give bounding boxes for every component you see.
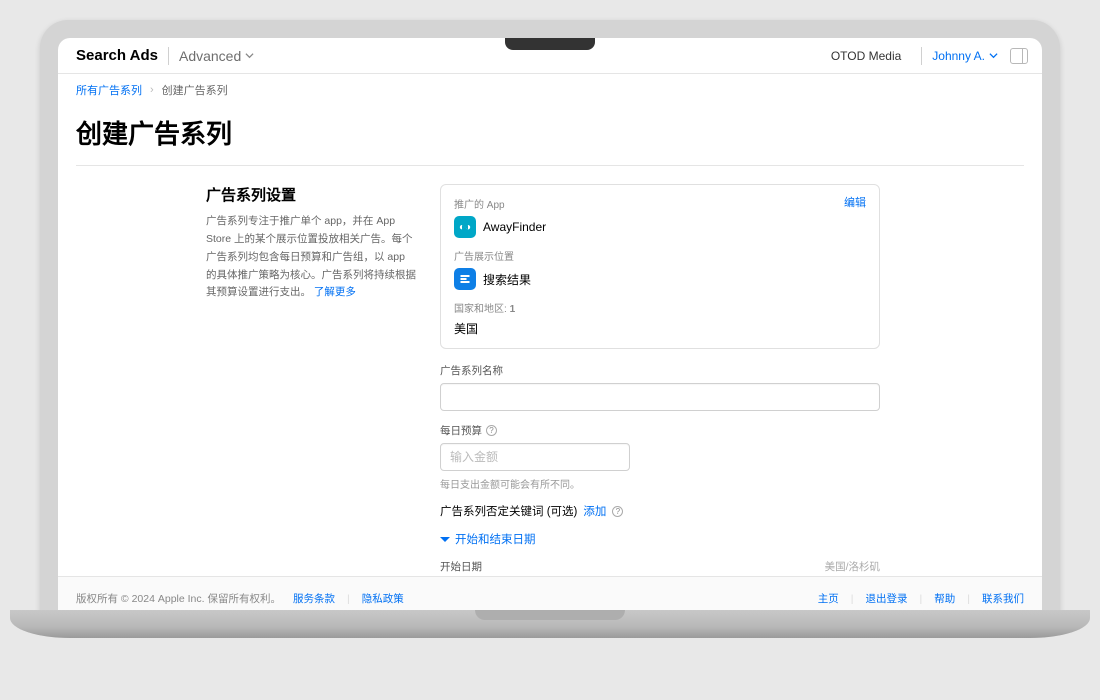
org-name: OTOD Media bbox=[831, 49, 901, 63]
divider bbox=[921, 47, 922, 65]
placement-icon bbox=[454, 268, 476, 290]
campaign-name-label: 广告系列名称 bbox=[440, 363, 880, 378]
start-date-label: 开始日期 bbox=[440, 559, 482, 574]
footer-privacy-link[interactable]: 隐私政策 bbox=[362, 591, 404, 606]
breadcrumb-separator-icon: › bbox=[150, 84, 154, 96]
daily-budget-label: 每日预算 bbox=[440, 423, 482, 438]
chevron-down-icon bbox=[989, 51, 998, 60]
daily-budget-input[interactable] bbox=[440, 443, 630, 471]
mode-selector[interactable]: Advanced bbox=[179, 48, 254, 64]
content-area: 创建广告系列 广告系列设置 广告系列专注于推广单个 app，并在 App Sto… bbox=[58, 106, 1042, 576]
card-app-label: 推广的 App bbox=[454, 196, 866, 211]
laptop-base bbox=[10, 610, 1090, 638]
breadcrumb-root-link[interactable]: 所有广告系列 bbox=[76, 82, 142, 98]
panel-toggle-icon[interactable] bbox=[1010, 48, 1028, 64]
negative-keywords-label: 广告系列否定关键词 (可选) bbox=[440, 503, 577, 519]
footer-help-link[interactable]: 帮助 bbox=[934, 591, 955, 606]
card-placement-label: 广告展示位置 bbox=[454, 248, 866, 263]
footer-home-link[interactable]: 主页 bbox=[818, 591, 839, 606]
add-negative-keywords-link[interactable]: 添加 bbox=[583, 503, 606, 519]
help-icon[interactable]: ? bbox=[486, 425, 497, 436]
divider bbox=[168, 47, 169, 65]
section-title: 广告系列设置 bbox=[206, 184, 416, 205]
page-title: 创建广告系列 bbox=[76, 114, 1024, 166]
section-description: 广告系列专注于推广单个 app，并在 App Store 上的某个展示位置投放相… bbox=[206, 213, 416, 302]
footer-terms-link[interactable]: 服务条款 bbox=[293, 591, 335, 606]
campaign-name-input[interactable] bbox=[440, 383, 880, 411]
footer-contact-link[interactable]: 联系我们 bbox=[982, 591, 1024, 606]
breadcrumb-current: 创建广告系列 bbox=[162, 82, 228, 98]
footer-logout-link[interactable]: 退出登录 bbox=[866, 591, 908, 606]
caret-down-icon bbox=[440, 537, 450, 542]
card-region-value: 美国 bbox=[454, 320, 866, 337]
breadcrumb: 所有广告系列 › 创建广告系列 bbox=[58, 74, 1042, 106]
mode-label: Advanced bbox=[179, 48, 241, 64]
edit-link[interactable]: 编辑 bbox=[844, 194, 866, 210]
learn-more-link[interactable]: 了解更多 bbox=[314, 286, 356, 298]
campaign-summary-card: 编辑 推广的 App ◐◑ AwayFinder 广告展示位置 搜索结果 bbox=[440, 184, 880, 349]
help-icon[interactable]: ? bbox=[612, 506, 623, 517]
user-menu[interactable]: Johnny A. bbox=[932, 49, 998, 63]
card-placement-value: 搜索结果 bbox=[483, 271, 531, 288]
user-name: Johnny A. bbox=[932, 49, 985, 63]
app-icon: ◐◑ bbox=[454, 216, 476, 238]
chevron-down-icon bbox=[245, 51, 254, 60]
laptop-notch bbox=[505, 38, 595, 50]
timezone-label: 美国/洛杉矶 bbox=[825, 559, 880, 574]
copyright: 版权所有 © 2024 Apple Inc. 保留所有权利。 bbox=[76, 591, 281, 606]
budget-hint: 每日支出金额可能会有所不同。 bbox=[440, 476, 880, 491]
card-region-label: 国家和地区: 1 bbox=[454, 300, 866, 315]
brand: Search Ads bbox=[72, 47, 158, 64]
brand-text: Search Ads bbox=[76, 47, 158, 64]
dates-toggle-label: 开始和结束日期 bbox=[455, 531, 536, 547]
card-app-name: AwayFinder bbox=[483, 220, 546, 234]
dates-disclosure-toggle[interactable]: 开始和结束日期 bbox=[440, 531, 880, 547]
